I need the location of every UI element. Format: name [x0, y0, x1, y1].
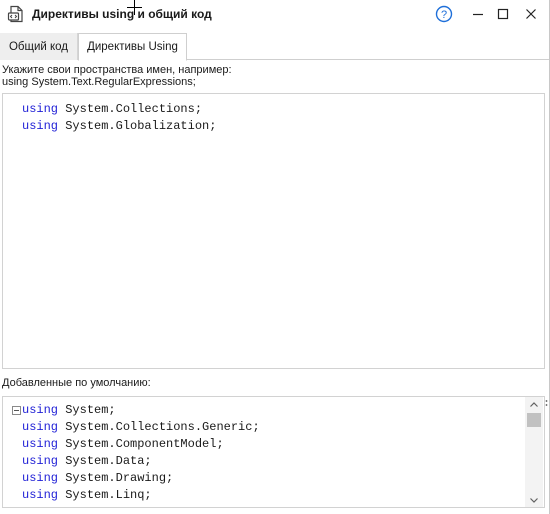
default-usings-editor[interactable]: using System; using System.Collections.G…	[2, 396, 545, 508]
scroll-up-button[interactable]	[525, 397, 543, 411]
close-icon	[526, 9, 536, 19]
code-line: using System.ComponentModel;	[22, 437, 224, 451]
code-line: using System;	[22, 403, 116, 417]
tab-common-code[interactable]: Общий код	[0, 33, 78, 60]
help-circle-icon: ?	[435, 5, 453, 23]
minimize-button[interactable]	[467, 4, 489, 24]
code-line: using System.Linq;	[22, 488, 152, 502]
vertical-scrollbar[interactable]	[525, 397, 543, 507]
maximize-icon	[497, 8, 509, 20]
code-file-icon	[7, 5, 25, 23]
crosshair-cursor-icon	[127, 0, 142, 15]
chevron-up-icon	[530, 401, 538, 407]
default-usings-code: using System; using System.Collections.G…	[22, 402, 260, 504]
hint-line-2: using System.Text.RegularExpressions;	[2, 76, 196, 88]
code-line: using System.Collections;	[22, 102, 203, 116]
code-line: using System.Data;	[22, 454, 152, 468]
default-usings-label: Добавленные по умолчанию:	[2, 377, 151, 389]
scroll-down-button[interactable]	[525, 493, 543, 507]
hint-line-1: Укажите свои пространства имен, например…	[2, 64, 232, 76]
tab-using-directives[interactable]: Директивы Using	[78, 33, 187, 61]
hint-text: Укажите свои пространства имен, например…	[2, 64, 232, 88]
collapse-region-icon[interactable]	[12, 406, 21, 415]
user-usings-code: using System.Collections; using System.G…	[22, 101, 216, 135]
svg-text:?: ?	[441, 9, 447, 21]
code-line: using System.Collections.Generic;	[22, 420, 260, 434]
help-button[interactable]: ?	[433, 4, 455, 24]
user-usings-editor[interactable]: using System.Collections; using System.G…	[2, 93, 545, 369]
chevron-down-icon	[530, 497, 538, 503]
close-button[interactable]	[520, 4, 542, 24]
maximize-button[interactable]	[492, 4, 514, 24]
code-line: using System.Drawing;	[22, 471, 174, 485]
scrollbar-thumb[interactable]	[527, 413, 541, 427]
title-bar[interactable]: Директивы using и общий код ?	[0, 0, 549, 30]
dialog-window: Директивы using и общий код ? Общий код …	[0, 0, 550, 514]
window-title: Директивы using и общий код	[32, 7, 212, 21]
minimize-icon	[473, 13, 483, 16]
resize-grip-icon[interactable]	[544, 396, 549, 406]
code-line: using System.Globalization;	[22, 119, 217, 133]
tab-strip: Общий код Директивы Using	[0, 33, 549, 61]
